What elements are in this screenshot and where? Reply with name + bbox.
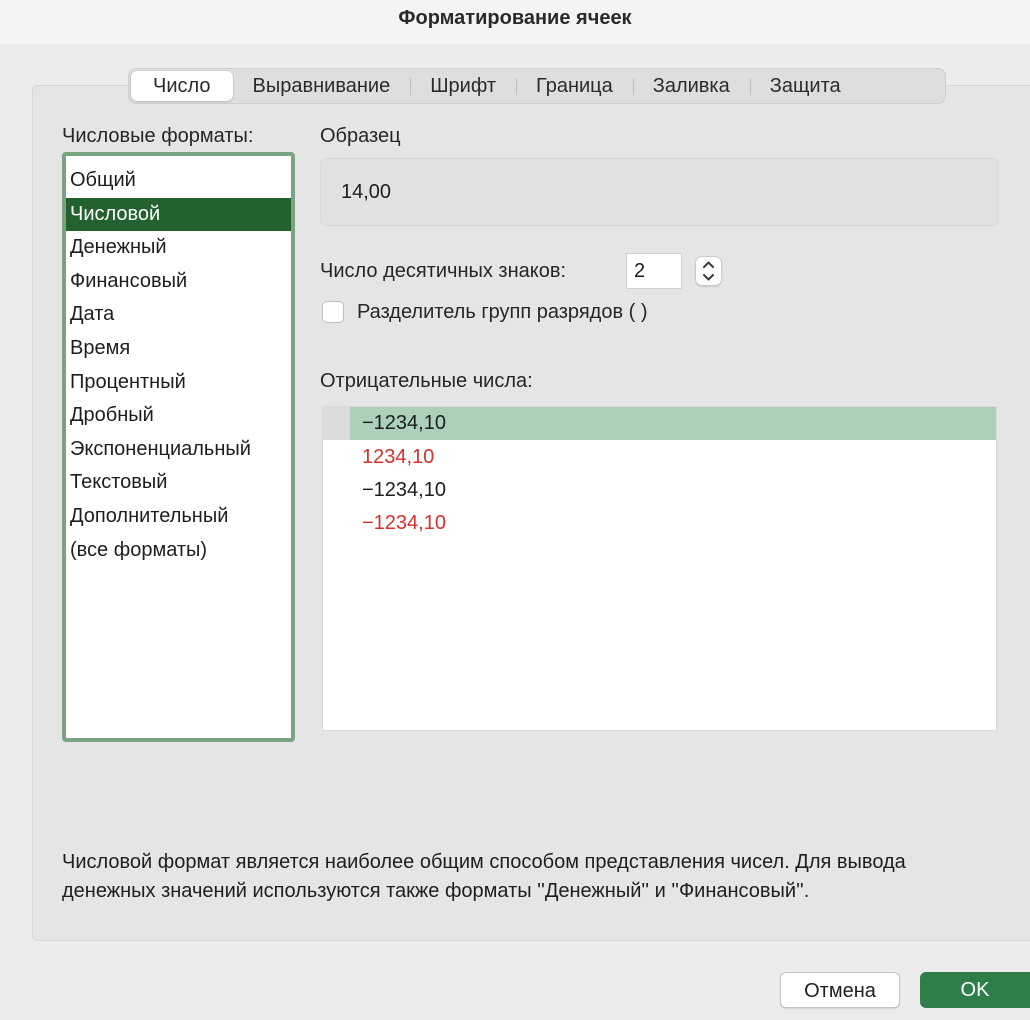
decimal-places-stepper[interactable] — [695, 256, 722, 286]
format-description: Числовой формат является наиболее общим … — [62, 851, 906, 902]
stepper-down-button[interactable] — [696, 271, 721, 285]
format-item-time[interactable]: Время — [66, 332, 291, 366]
thousands-separator-label: Разделитель групп разрядов ( ) — [357, 301, 648, 323]
chevron-down-icon — [703, 274, 714, 281]
negative-numbers-label: Отрицательные числа: — [320, 370, 533, 392]
number-formats-list[interactable]: Общий Числовой Денежный Финансовый Дата … — [62, 152, 295, 742]
format-item-text[interactable]: Текстовый — [66, 466, 291, 500]
format-item-accounting[interactable]: Финансовый — [66, 265, 291, 299]
chevron-up-icon — [703, 261, 714, 268]
format-item-scientific[interactable]: Экспоненциальный — [66, 433, 291, 467]
decimal-places-input[interactable]: 2 — [626, 253, 682, 289]
cancel-button[interactable]: Отмена — [780, 972, 900, 1008]
format-item-number[interactable]: Числовой — [66, 197, 291, 232]
negative-format-item[interactable]: −1234,10 — [350, 407, 996, 440]
negative-format-item[interactable]: −1234,10 — [323, 507, 996, 540]
stepper-up-button[interactable] — [696, 257, 721, 271]
tab-border[interactable]: Граница — [516, 71, 633, 101]
sample-preview-box: 14,00 — [320, 158, 998, 226]
tab-bar: Число Выравнивание Шрифт Граница Заливка… — [128, 68, 946, 104]
tab-protection[interactable]: Защита — [749, 71, 861, 101]
tab-alignment[interactable]: Выравнивание — [233, 71, 411, 101]
format-item-date[interactable]: Дата — [66, 298, 291, 332]
sample-value: 14,00 — [341, 181, 392, 203]
list-gutter — [323, 407, 350, 440]
format-cells-dialog: Форматирование ячеек Число Выравнивание … — [0, 0, 1030, 1020]
decimal-places-label: Число десятичных знаков: — [320, 260, 567, 282]
sample-label: Образец — [320, 125, 401, 147]
negative-format-item[interactable]: −1234,10 — [323, 474, 996, 507]
format-item-special[interactable]: Дополнительный — [66, 500, 291, 534]
ok-button[interactable]: OK — [920, 972, 1030, 1008]
format-item-custom[interactable]: (все форматы) — [66, 534, 291, 568]
format-item-currency[interactable]: Денежный — [66, 231, 291, 265]
negative-format-item[interactable]: 1234,10 — [323, 441, 996, 474]
window-title: Форматирование ячеек — [398, 7, 632, 29]
tab-font[interactable]: Шрифт — [410, 71, 516, 101]
format-item-percentage[interactable]: Процентный — [66, 366, 291, 400]
format-item-fraction[interactable]: Дробный — [66, 399, 291, 433]
negative-numbers-list[interactable]: −1234,10 1234,10 −1234,10 −1234,10 — [322, 406, 997, 731]
title-bar: Форматирование ячеек — [0, 0, 1030, 44]
number-formats-label: Числовые форматы: — [62, 125, 254, 147]
tab-fill[interactable]: Заливка — [632, 71, 750, 101]
thousands-separator-checkbox[interactable] — [322, 301, 344, 323]
tab-number[interactable]: Число — [131, 71, 233, 101]
format-item-general[interactable]: Общий — [66, 164, 291, 198]
